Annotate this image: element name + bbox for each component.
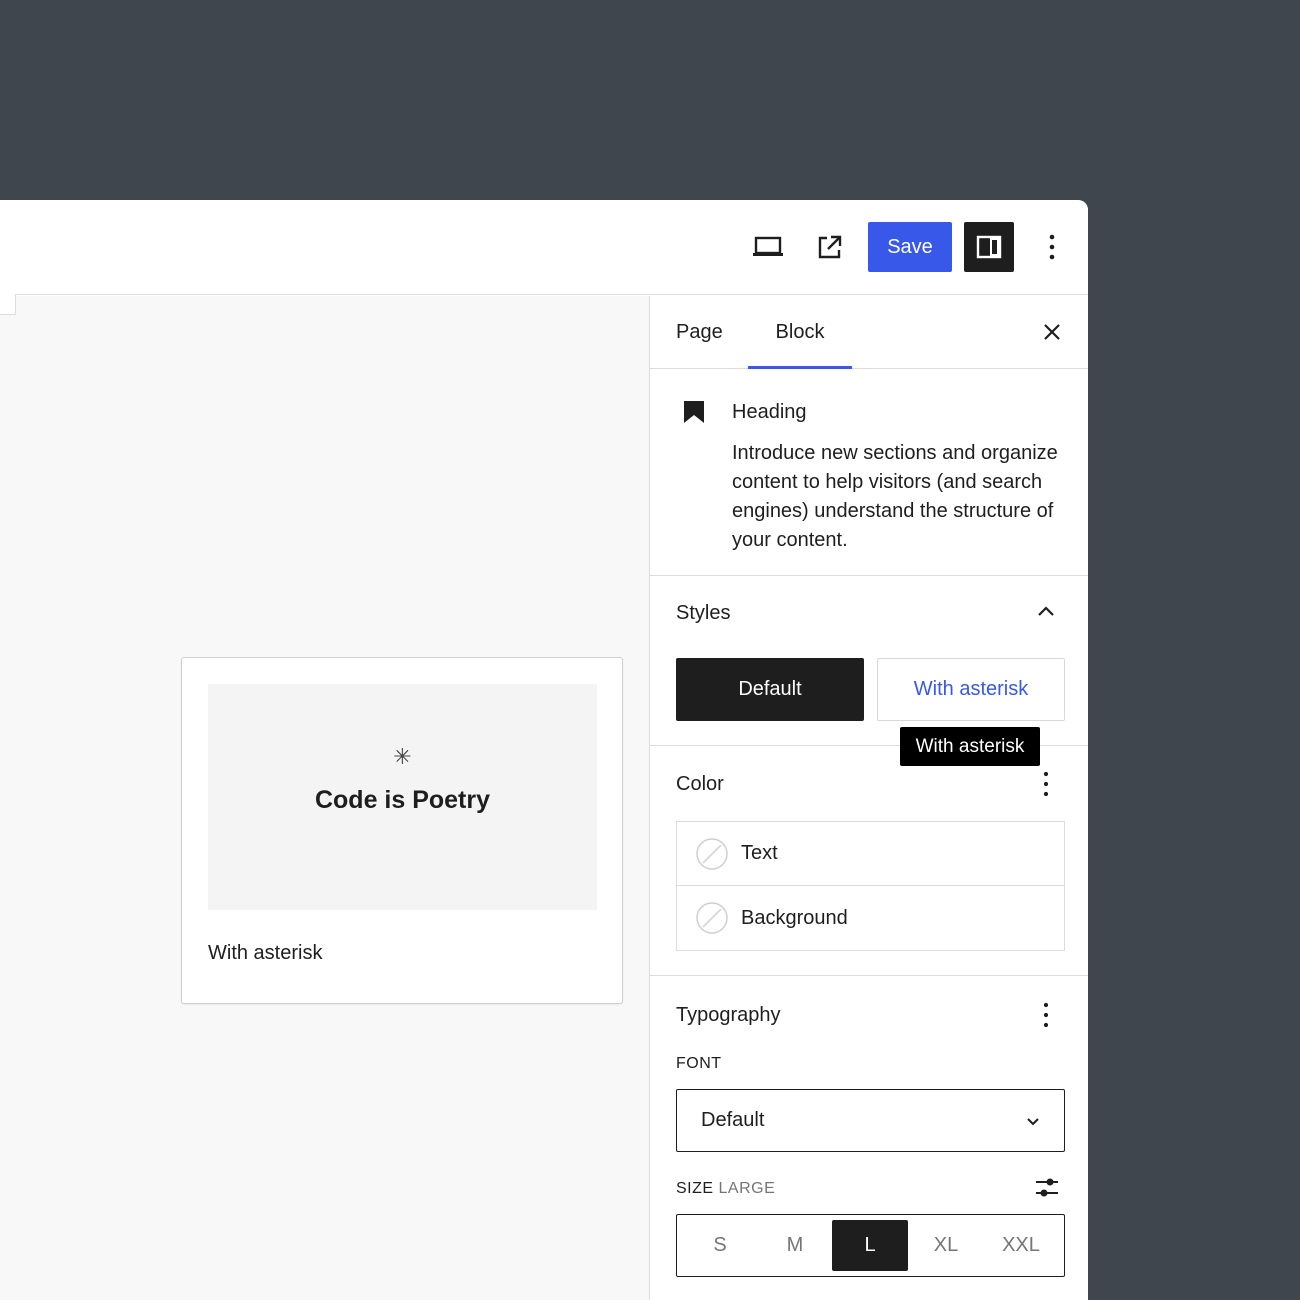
tab-block[interactable]: Block: [748, 296, 852, 369]
color-panel-title: Color: [676, 773, 724, 795]
options-button[interactable]: [1027, 222, 1077, 272]
desktop-icon: [753, 236, 783, 256]
block-description: Introduce new sections and organize cont…: [732, 442, 1058, 551]
size-option-m[interactable]: M: [757, 1220, 833, 1271]
chevron-down-icon: [1027, 1118, 1039, 1126]
asterisk-icon: ✳: [393, 744, 412, 769]
font-select[interactable]: Default: [676, 1089, 1065, 1152]
typography-panel: Typography FONT Default SIZE LARGE S M L…: [650, 976, 1088, 1300]
styles-panel-title[interactable]: Styles: [676, 602, 730, 625]
chevron-up-icon[interactable]: [1034, 600, 1058, 624]
preview-heading: Code is Poetry: [314, 786, 491, 814]
size-option-xl[interactable]: XL: [908, 1220, 984, 1271]
editor-header: Save: [0, 200, 1088, 295]
block-title: Heading: [732, 401, 807, 423]
size-label: SIZE LARGE: [676, 1180, 775, 1198]
typography-options-button[interactable]: [1034, 1000, 1058, 1030]
more-vertical-icon: [1049, 234, 1055, 260]
custom-size-sliders-icon[interactable]: [1033, 1174, 1061, 1202]
header-edge: [0, 294, 16, 315]
size-option-xxl[interactable]: XXL: [983, 1220, 1059, 1271]
font-select-value: Default: [701, 1109, 765, 1131]
settings-sidebar-toggle[interactable]: [964, 222, 1014, 272]
typography-panel-title: Typography: [676, 1004, 781, 1026]
size-option-s[interactable]: S: [682, 1220, 758, 1271]
style-preview-area: ✳ Code is Poetry: [208, 684, 597, 910]
preview-caption: With asterisk: [208, 942, 323, 964]
color-item-label: Background: [741, 906, 848, 929]
settings-sidebar: Page Block Heading Introduce new section…: [649, 296, 1088, 1300]
color-item-text[interactable]: Text: [677, 822, 1064, 886]
more-vertical-icon: [1043, 1002, 1049, 1028]
view-site-button[interactable]: [805, 222, 855, 272]
color-options-button[interactable]: [1034, 769, 1058, 799]
desktop-preview-button[interactable]: [743, 222, 793, 272]
more-vertical-icon: [1043, 771, 1049, 797]
color-panel: Color Text Background: [650, 746, 1088, 976]
styles-panel: Styles Default With asterisk: [650, 576, 1088, 746]
style-tooltip: With asterisk: [900, 727, 1040, 766]
no-color-swatch-icon: [696, 902, 728, 934]
sidebar-panel-icon: [976, 235, 1002, 259]
no-color-swatch-icon: [696, 837, 728, 870]
close-icon: [1044, 324, 1060, 340]
editor-canvas: ✳ Code is Poetry With asterisk: [0, 296, 649, 1300]
color-item-label: Text: [741, 842, 778, 864]
style-option-default[interactable]: Default: [676, 658, 864, 721]
color-list: Text Background: [676, 821, 1065, 951]
bookmark-icon: [684, 401, 704, 423]
color-item-background[interactable]: Background: [677, 886, 1064, 950]
external-link-icon: [818, 235, 842, 259]
font-label: FONT: [676, 1055, 722, 1072]
block-card: Heading Introduce new sections and organ…: [650, 369, 1088, 576]
close-sidebar-button[interactable]: [1032, 308, 1072, 356]
size-hint: LARGE: [718, 1180, 776, 1197]
size-label-text: SIZE: [676, 1180, 714, 1197]
size-option-l[interactable]: L: [832, 1220, 908, 1271]
style-option-with-asterisk[interactable]: With asterisk: [877, 658, 1065, 721]
sidebar-tabs: Page Block: [650, 296, 1088, 369]
tab-page[interactable]: Page: [676, 296, 723, 369]
font-size-picker: S M L XL XXL: [676, 1214, 1065, 1277]
save-button[interactable]: Save: [868, 222, 952, 272]
style-preview-card: ✳ Code is Poetry With asterisk: [181, 657, 623, 1004]
